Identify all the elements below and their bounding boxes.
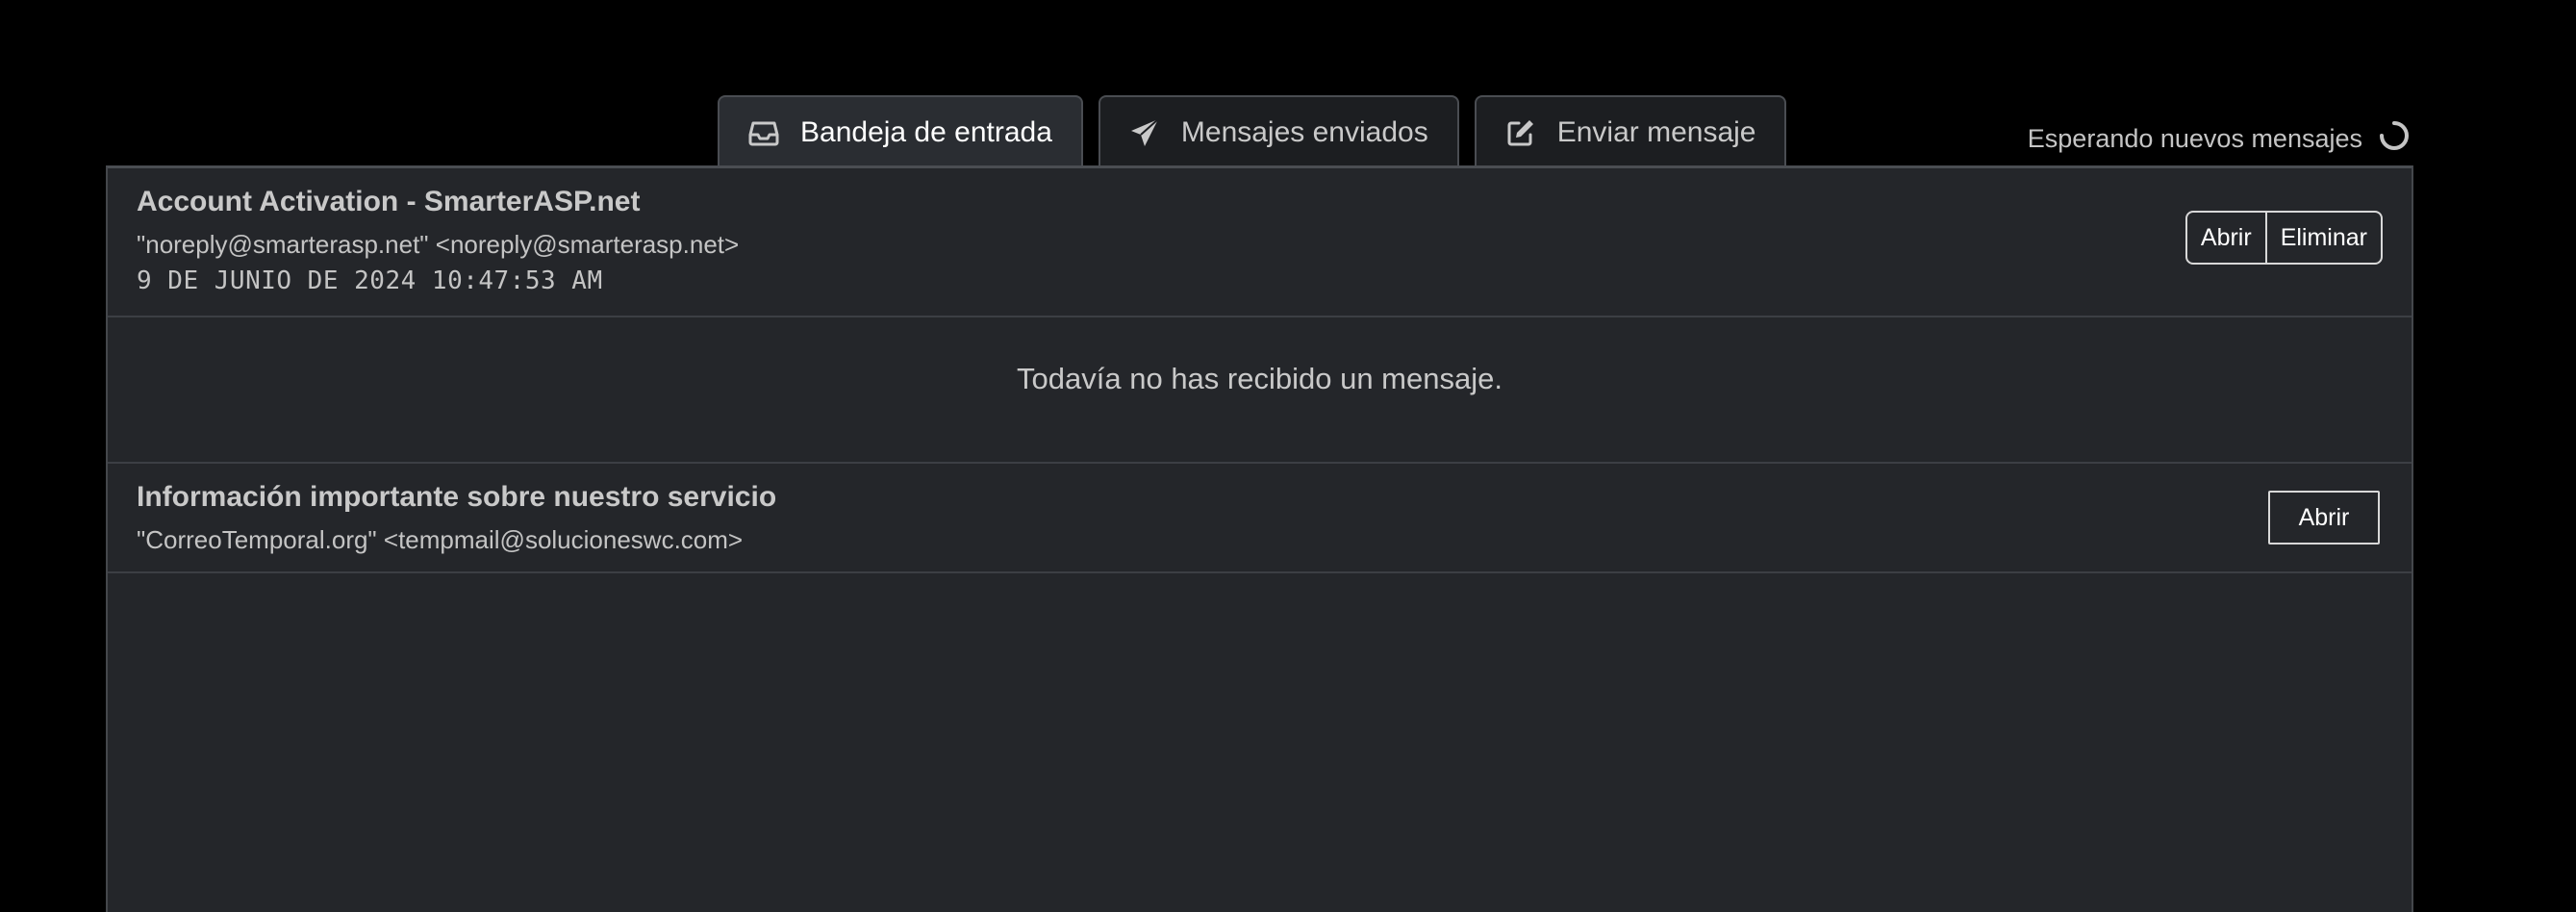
- mail-app: Bandeja de entrada Mensajes enviados Env…: [0, 0, 2576, 912]
- spinner-icon: [2378, 119, 2411, 159]
- tab-sent-label: Mensajes enviados: [1180, 115, 1428, 148]
- status-text: Esperando nuevos mensajes: [2027, 124, 2362, 153]
- waiting-status: Esperando nuevos mensajes: [2028, 119, 2411, 159]
- paper-plane-icon: [1129, 117, 1160, 148]
- message-sender: "CorreoTemporal.org" <tempmail@solucione…: [137, 525, 744, 554]
- message-row[interactable]: Account Activation - SmarterASP.net "nor…: [108, 168, 2412, 317]
- tab-compose-label: Enviar mensaje: [1556, 115, 1756, 148]
- mailbox-tabs: Bandeja de entrada Mensajes enviados Env…: [718, 95, 1787, 167]
- message-sender: "noreply@smarterasp.net" <noreply@smarte…: [137, 230, 740, 259]
- delete-button[interactable]: Eliminar: [2264, 213, 2381, 263]
- tab-inbox[interactable]: Bandeja de entrada: [718, 95, 1083, 167]
- message-list: Account Activation - SmarterASP.net "nor…: [106, 165, 2413, 912]
- inbox-icon: [748, 117, 779, 148]
- empty-notice-row: Todavía no has recibido un mensaje.: [108, 317, 2412, 464]
- open-button[interactable]: Abrir: [2187, 213, 2265, 263]
- tab-inbox-label: Bandeja de entrada: [800, 115, 1052, 148]
- message-date: 9 DE JUNIO DE 2024 10:47:53 AM: [137, 266, 603, 295]
- message-actions: Abrir Eliminar: [2185, 211, 2383, 265]
- tab-sent[interactable]: Mensajes enviados: [1098, 95, 1459, 167]
- tab-compose[interactable]: Enviar mensaje: [1474, 95, 1787, 167]
- message-subject: Información importante sobre nuestro ser…: [137, 481, 777, 513]
- empty-notice: Todavía no has recibido un mensaje.: [1017, 362, 1503, 395]
- message-subject: Account Activation - SmarterASP.net: [137, 186, 641, 217]
- open-button[interactable]: Abrir: [2268, 491, 2380, 545]
- edit-icon: [1505, 117, 1536, 148]
- message-row[interactable]: Información importante sobre nuestro ser…: [108, 464, 2412, 573]
